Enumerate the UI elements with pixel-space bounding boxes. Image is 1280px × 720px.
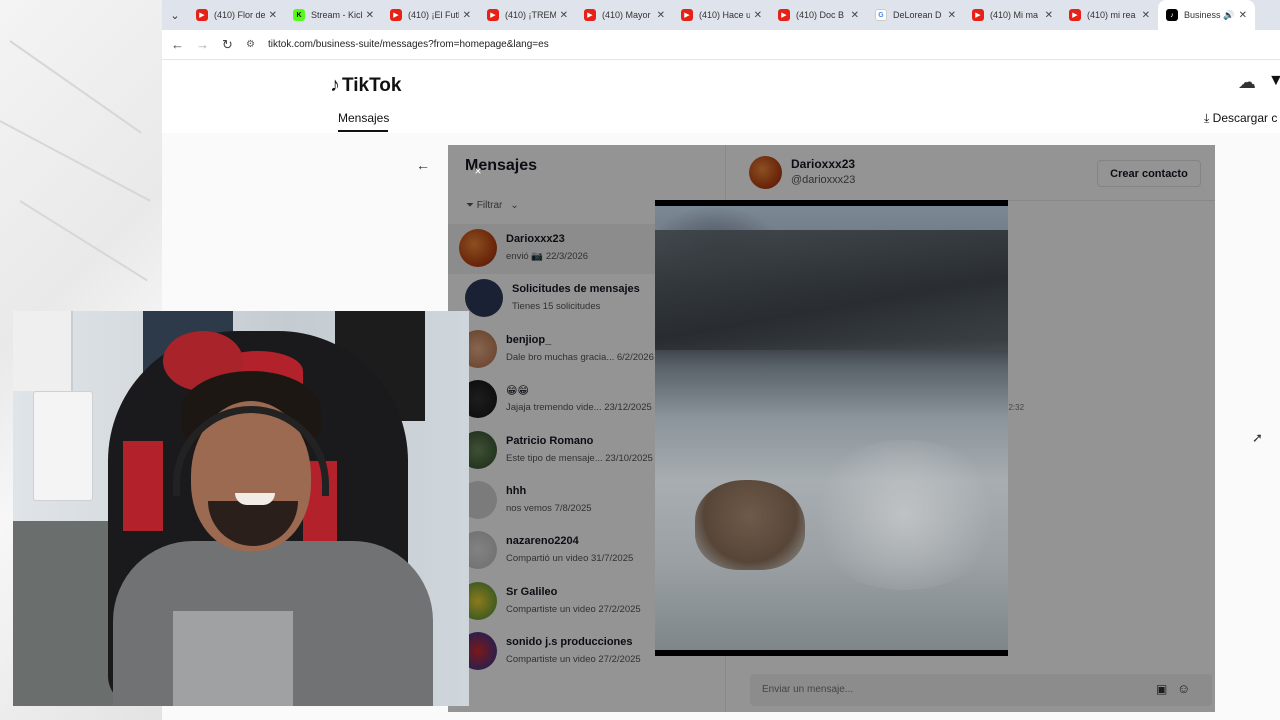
browser-tab[interactable]: ▶ (410) ¡El Futb ✕ xyxy=(382,0,479,30)
tab-title: (410) Hace u xyxy=(699,10,750,20)
browser-tab[interactable]: ▶ (410) Hace u ✕ xyxy=(673,0,770,30)
webcam-person-smile xyxy=(235,493,275,505)
background-streak xyxy=(9,40,142,134)
close-tab-icon[interactable]: ✕ xyxy=(948,10,956,21)
tab-title: DeLorean D xyxy=(893,10,942,20)
close-tab-icon[interactable]: ✕ xyxy=(657,10,665,21)
tiktok-logo-text: TikTok xyxy=(342,74,402,96)
forward-icon[interactable]: → xyxy=(190,37,215,52)
tiktok-note-icon: ♪ xyxy=(330,74,340,96)
kick-icon: K xyxy=(293,9,305,21)
tab-title: (410) ¡TREME xyxy=(505,10,556,20)
site-settings-icon[interactable]: ⚙ xyxy=(246,39,262,50)
youtube-icon: ▶ xyxy=(681,9,693,21)
close-tab-icon[interactable]: ✕ xyxy=(269,10,277,21)
close-tab-icon[interactable]: ✕ xyxy=(851,10,859,21)
reload-icon[interactable]: ↻ xyxy=(215,37,240,53)
filter-icon[interactable]: ▼ xyxy=(1268,72,1280,90)
browser-tab[interactable]: ▶ (410) Mayor ✕ xyxy=(576,0,673,30)
video-scene-building xyxy=(655,230,1008,350)
background-streak xyxy=(19,200,148,282)
browser-tab[interactable]: ▶ (410) ¡TREME ✕ xyxy=(479,0,576,30)
close-tab-icon[interactable]: ✕ xyxy=(754,10,762,21)
browser-tab[interactable]: G DeLorean D ✕ xyxy=(867,0,964,30)
webcam-shelf xyxy=(13,311,73,391)
webcam-feed xyxy=(13,311,469,706)
tab-title: (410) Doc B xyxy=(796,10,845,20)
tiktok-icon: ♪ xyxy=(1166,9,1178,21)
browser-tab[interactable]: ▶ (410) Flor de ✕ xyxy=(188,0,285,30)
video-scene-dust xyxy=(805,440,1005,590)
tab-search-chevron-icon[interactable]: ⌄ xyxy=(162,0,188,30)
cloud-upload-icon[interactable]: ☁ xyxy=(1238,72,1256,93)
active-tab-underline xyxy=(338,130,388,132)
close-tab-icon[interactable]: ✕ xyxy=(560,10,568,21)
tab-title: (410) Mayor xyxy=(602,10,651,20)
browser-tab[interactable]: ▶ (410) Mi ma ✕ xyxy=(964,0,1061,30)
background-streak xyxy=(0,120,151,202)
close-icon[interactable]: × xyxy=(469,162,487,180)
tab-mensajes[interactable]: Mensajes xyxy=(338,111,389,125)
close-tab-icon[interactable]: ✕ xyxy=(1239,10,1247,21)
youtube-icon: ▶ xyxy=(487,9,499,21)
tab-list: ▶ (410) Flor de ✕ K Stream - Kick ✕ ▶ (410) ¡El… xyxy=(188,0,1255,30)
close-tab-icon[interactable]: ✕ xyxy=(1142,10,1150,21)
tab-title: Business xyxy=(1184,10,1221,20)
webcam-sofa xyxy=(13,521,123,706)
video-scene-animal xyxy=(695,480,805,570)
tab-title: (410) Mi ma xyxy=(990,10,1039,20)
download-icon: ⤓ xyxy=(1204,111,1210,125)
close-tab-icon[interactable]: ✕ xyxy=(463,10,471,21)
youtube-icon: ▶ xyxy=(972,9,984,21)
tab-title: (410) mi rea xyxy=(1087,10,1136,20)
url-field[interactable]: ⚙ tiktok.com/business-suite/messages?fro… xyxy=(246,33,1280,57)
webcam-air-conditioner xyxy=(33,391,93,501)
back-arrow-icon[interactable]: ← xyxy=(412,154,434,176)
webcam-chair-accent xyxy=(123,441,163,531)
download-label: Descargar c xyxy=(1212,111,1278,125)
browser-tab[interactable]: ▶ (410) Doc B ✕ xyxy=(770,0,867,30)
browser-tab[interactable]: ▶ (410) mi rea ✕ xyxy=(1061,0,1158,30)
video-player[interactable] xyxy=(655,200,1008,656)
back-icon[interactable]: ← xyxy=(165,37,190,52)
tab-title: (410) ¡El Futb xyxy=(408,10,459,20)
speaker-icon[interactable]: 🔊 xyxy=(1223,10,1234,21)
address-bar: ← → ↻ ⚙ tiktok.com/business-suite/messag… xyxy=(162,30,1280,60)
close-tab-icon[interactable]: ✕ xyxy=(1045,10,1053,21)
tab-title: Stream - Kick xyxy=(311,10,362,20)
tiktok-logo[interactable]: ♪ TikTok xyxy=(330,74,401,97)
youtube-icon: ▶ xyxy=(584,9,596,21)
browser-tab-strip: ⌄ ▶ (410) Flor de ✕ K Stream - Kick ✕ ▶ (410) ¡… xyxy=(162,0,1280,30)
webcam-shirt-print xyxy=(173,611,293,706)
youtube-icon: ▶ xyxy=(196,9,208,21)
tab-title: (410) Flor de xyxy=(214,10,265,20)
download-link[interactable]: ⤓ Descargar c xyxy=(1204,111,1277,126)
browser-tab[interactable]: ♪ Business 🔊 ✕ xyxy=(1158,0,1255,30)
mouse-cursor-icon: ➚ xyxy=(1252,430,1263,445)
browser-tab[interactable]: K Stream - Kick ✕ xyxy=(285,0,382,30)
tiktok-header: ♪ TikTok Mensajes ☁ ▼ ⤓ Descargar c xyxy=(162,60,1280,133)
google-icon: G xyxy=(875,9,887,21)
youtube-icon: ▶ xyxy=(390,9,402,21)
youtube-icon: ▶ xyxy=(778,9,790,21)
close-tab-icon[interactable]: ✕ xyxy=(366,10,374,21)
youtube-icon: ▶ xyxy=(1069,9,1081,21)
url-text: tiktok.com/business-suite/messages?from=… xyxy=(268,39,549,50)
